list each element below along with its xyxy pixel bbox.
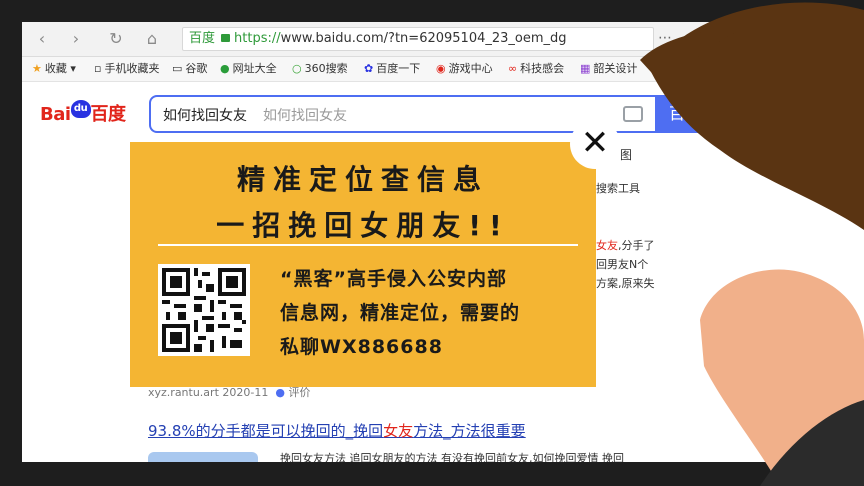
cartoon-hand (700, 269, 864, 486)
